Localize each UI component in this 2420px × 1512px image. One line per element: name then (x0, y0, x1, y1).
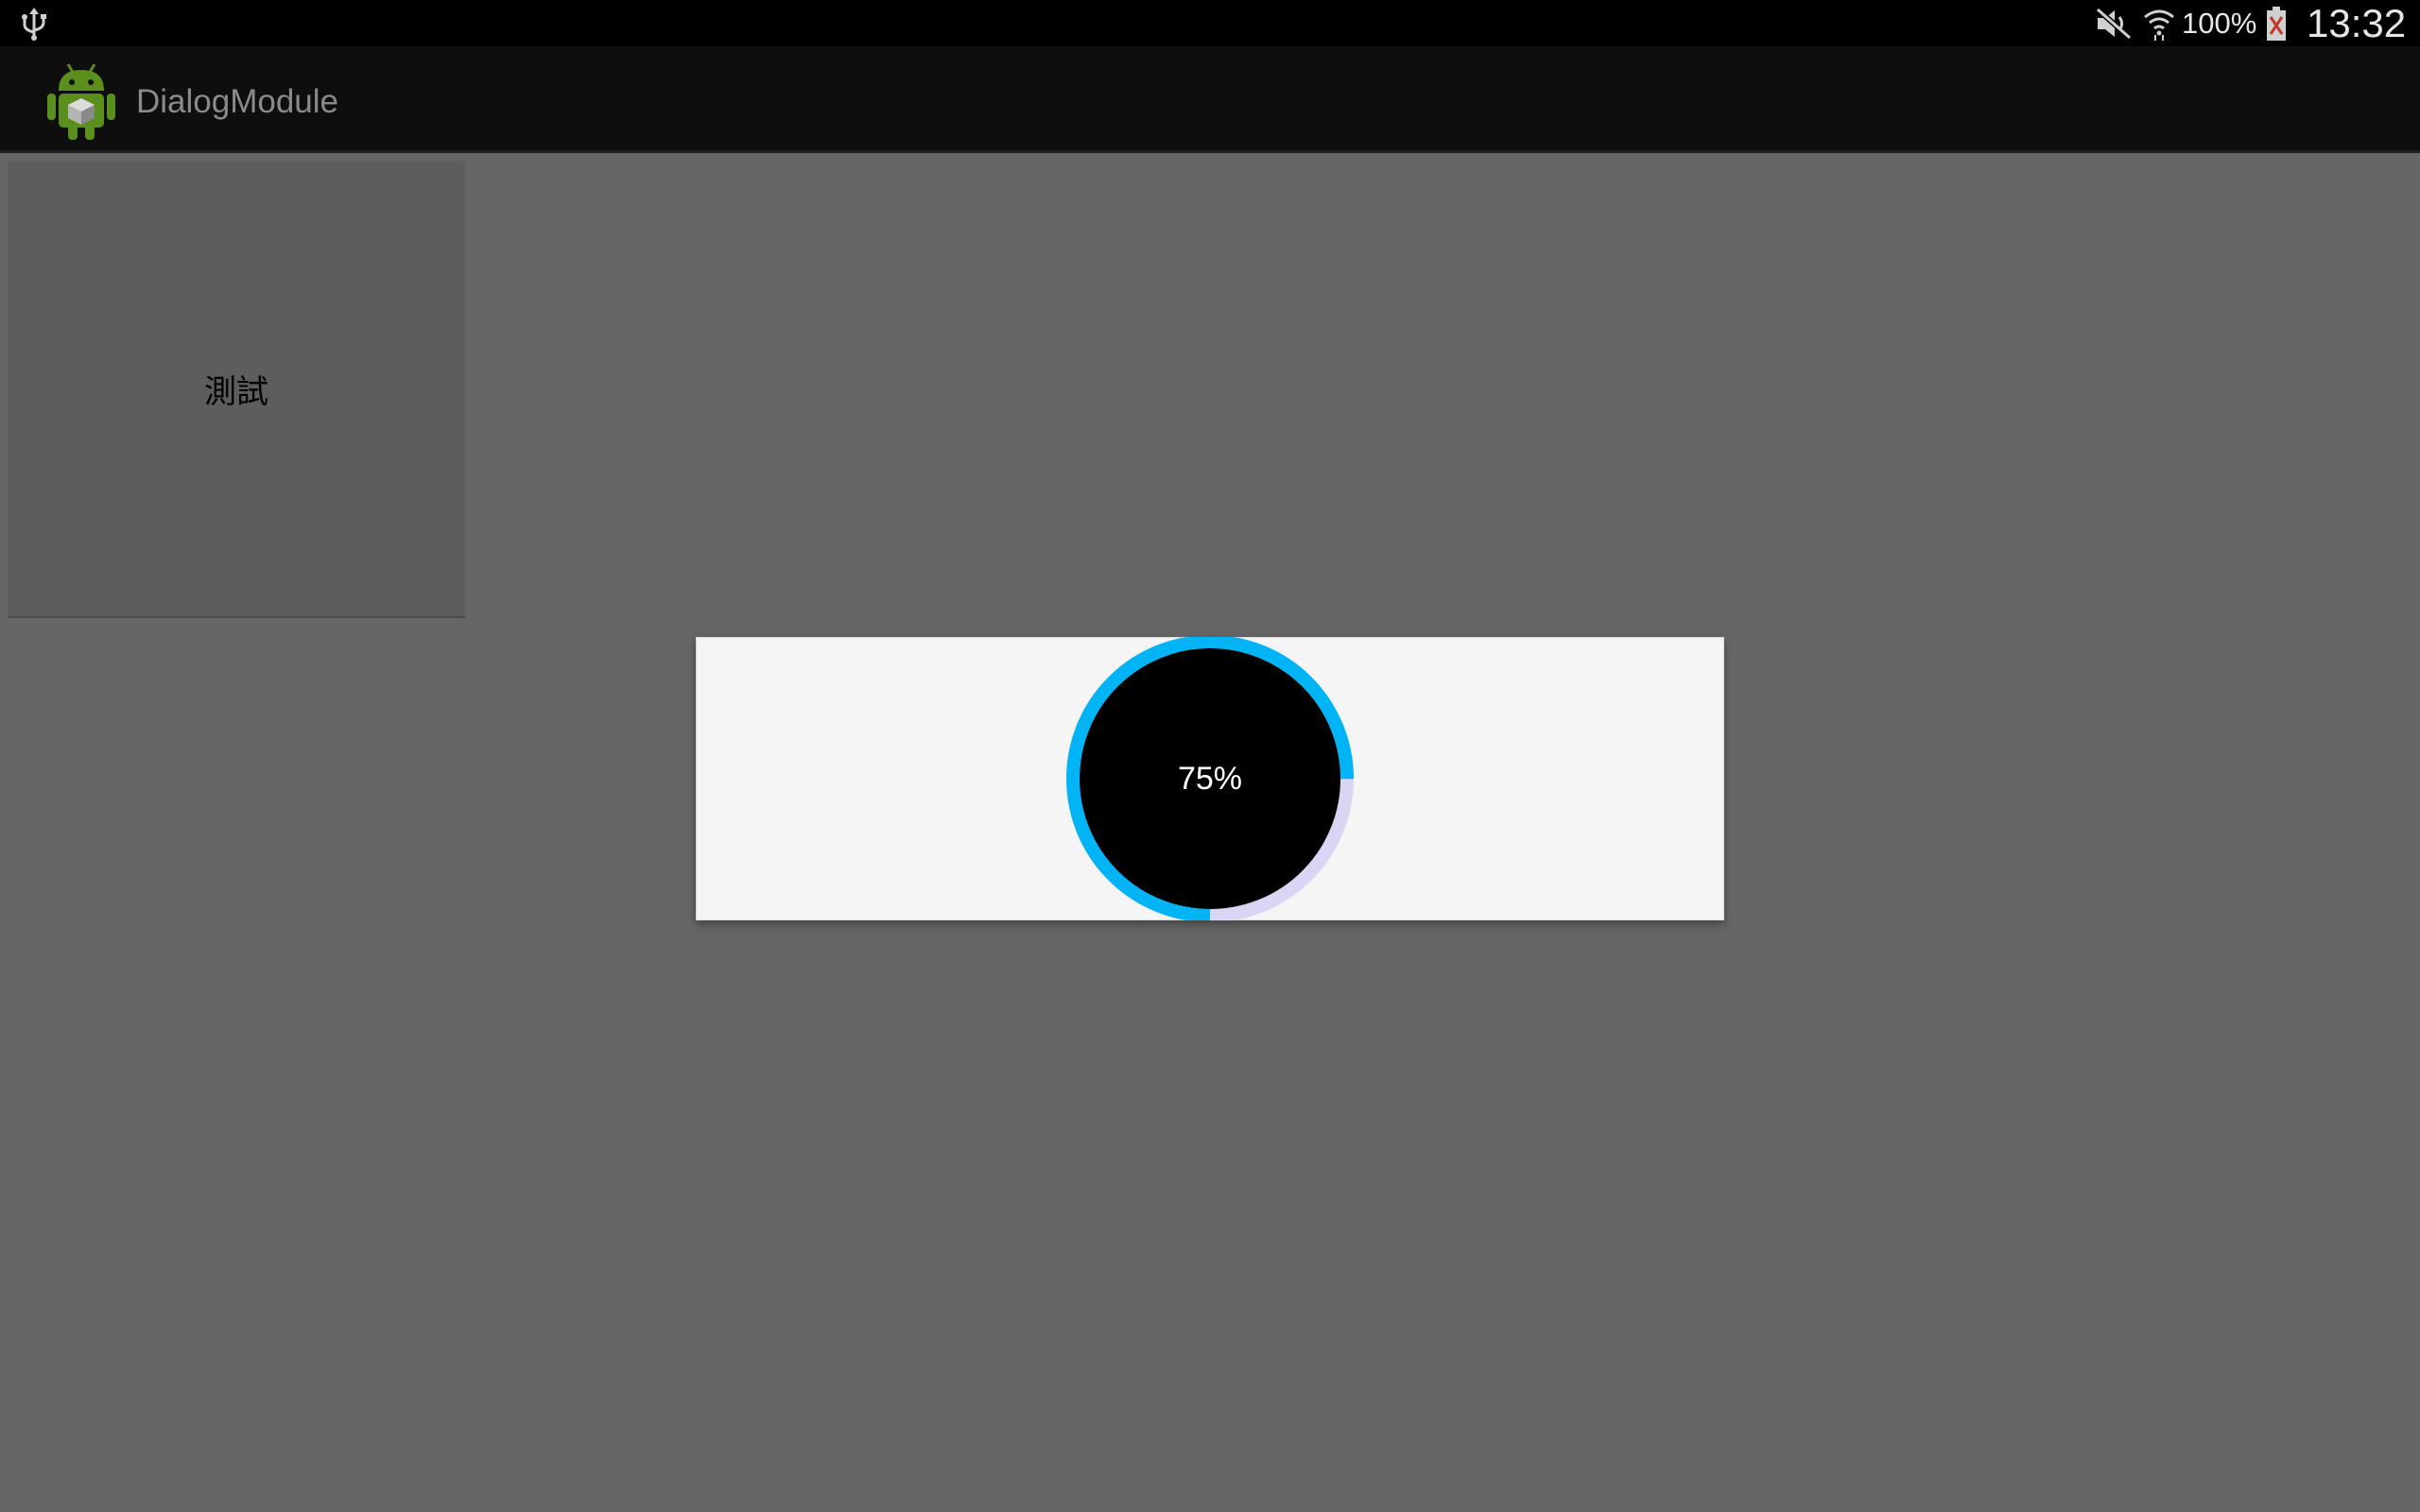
action-bar (0, 46, 2420, 152)
status-bar: 100% 13:32 (0, 0, 2420, 46)
progress-percent-label: 75% (1177, 760, 1243, 797)
status-clock: 13:32 (2307, 1, 2407, 45)
battery-percentage: 100% (2182, 7, 2257, 40)
battery-icon (2267, 7, 2286, 41)
mute-icon (2096, 8, 2132, 40)
test-button[interactable]: 測試 (8, 161, 465, 618)
android-app-icon[interactable] (43, 59, 119, 142)
app-title: DialogModule (136, 83, 339, 120)
usb-icon (22, 8, 46, 41)
wifi-icon (2144, 9, 2174, 41)
